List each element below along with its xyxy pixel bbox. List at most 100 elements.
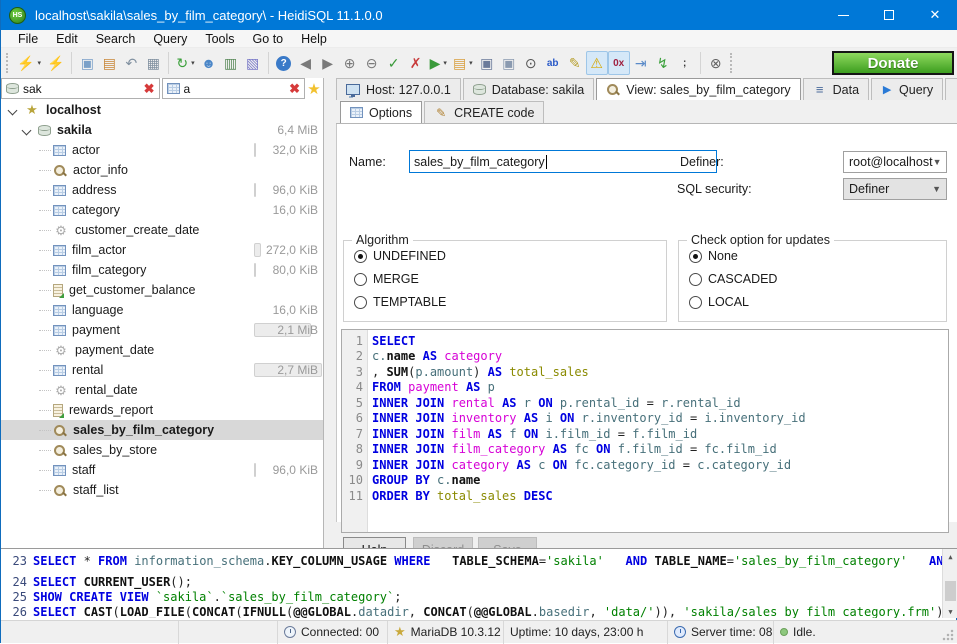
view-select-code-editor[interactable]: 1SELECT2c.name AS category3, SUM(p.amoun… <box>341 329 949 533</box>
donate-button[interactable]: Donate <box>832 51 954 75</box>
stop-process-icon[interactable]: ⊗ <box>705 51 727 75</box>
tree-item-staff[interactable]: staff96,0 KiB <box>1 460 323 480</box>
tab-view[interactable]: View: sales_by_film_category <box>596 78 800 100</box>
tree-item-rental[interactable]: rental2,7 MiB <box>1 360 323 380</box>
tree-item-localhost[interactable]: ★localhost <box>1 100 323 120</box>
tree-item-language[interactable]: language16,0 KiB <box>1 300 323 320</box>
new-query-tab-button[interactable]: + <box>945 78 957 100</box>
tree-item-get_customer_balance[interactable]: get_customer_balance <box>1 280 323 300</box>
tab-data[interactable]: ≡Data <box>803 78 869 100</box>
post-edit-icon[interactable]: ✓ <box>383 51 405 75</box>
check-option-radio-none[interactable]: None <box>689 248 946 264</box>
check-option-radio-local[interactable]: LOCAL <box>689 294 946 310</box>
export-database-icon[interactable]: ▥ <box>220 51 242 75</box>
semicolon-icon[interactable]: ; <box>674 51 696 75</box>
algorithm-radio-temptable[interactable]: TEMPTABLE <box>354 294 666 310</box>
indent-icon[interactable]: ⇥ <box>630 51 652 75</box>
tree-item-sales_by_store[interactable]: sales_by_store <box>1 440 323 460</box>
check-option-radio-cascaded[interactable]: CASCADED <box>689 271 946 287</box>
tree-connector <box>39 170 51 171</box>
reconnect-icon[interactable]: ↯ <box>652 51 674 75</box>
refresh-icon[interactable]: ↻▾ <box>173 51 197 75</box>
paste-icon[interactable]: ▤ <box>98 51 120 75</box>
tree-item-payment_date[interactable]: ⚙payment_date <box>1 340 323 360</box>
tree-item-sakila[interactable]: sakila6,4 MiB <box>1 120 323 140</box>
load-sql-file-icon[interactable]: ▤▾ <box>450 51 476 75</box>
code-token <box>517 489 524 503</box>
tab-host[interactable]: Host: 127.0.0.1 <box>336 78 461 100</box>
last-record-icon[interactable]: ▶ <box>317 51 339 75</box>
menu-item-go-to[interactable]: Go to <box>244 30 293 48</box>
minimize-button[interactable] <box>820 0 866 30</box>
first-record-icon[interactable]: ◀ <box>295 51 317 75</box>
user-manager-icon[interactable]: ☻ <box>198 51 220 75</box>
menu-item-query[interactable]: Query <box>144 30 196 48</box>
menu-item-file[interactable]: File <box>9 30 47 48</box>
menu-item-search[interactable]: Search <box>87 30 145 48</box>
database-icon <box>6 83 19 94</box>
subtab-options[interactable]: Options <box>340 101 422 123</box>
log-scrollbar[interactable]: ▲ ▼ <box>942 549 957 618</box>
scroll-down-icon[interactable]: ▼ <box>943 604 957 618</box>
database-filter-input[interactable]: sak ✖ <box>1 78 160 99</box>
tree-item-film_actor[interactable]: film_actor272,0 KiB <box>1 240 323 260</box>
tree-item-sales_by_film_category[interactable]: sales_by_film_category <box>1 420 323 440</box>
menu-item-edit[interactable]: Edit <box>47 30 87 48</box>
subtab-create-code[interactable]: ✎CREATE code <box>424 101 544 123</box>
session-manager-icon[interactable]: ⚡▾ <box>14 51 44 75</box>
favorites-star-icon[interactable]: ★ <box>305 78 323 99</box>
tree-item-staff_list[interactable]: staff_list <box>1 480 323 500</box>
tree-item-actor_info[interactable]: actor_info <box>1 160 323 180</box>
tree-connector <box>39 250 51 251</box>
run-query-icon[interactable]: ▶▾ <box>427 51 450 75</box>
expand-chevron-icon[interactable] <box>22 125 32 135</box>
cancel-edit-icon[interactable]: ✗ <box>405 51 427 75</box>
tree-item-category[interactable]: category16,0 KiB <box>1 200 323 220</box>
tree-item-label: localhost <box>46 103 101 117</box>
disconnect-icon[interactable]: ⚡ <box>44 51 67 75</box>
menu-item-help[interactable]: Help <box>292 30 336 48</box>
tree-item-address[interactable]: address96,0 KiB <box>1 180 323 200</box>
scrollbar-thumb[interactable] <box>945 581 956 601</box>
save-sql-as-icon[interactable]: ▣ <box>498 51 520 75</box>
tab-query[interactable]: ▶Query <box>871 78 943 100</box>
grid-export-icon[interactable]: ▧ <box>242 51 264 75</box>
help-icon[interactable]: ? <box>273 51 295 75</box>
sql-security-dropdown[interactable]: Definer▼ <box>843 178 947 200</box>
tree-item-actor[interactable]: actor32,0 KiB <box>1 140 323 160</box>
expand-chevron-icon[interactable] <box>8 105 18 115</box>
find-text-icon[interactable]: ⊙ <box>520 51 542 75</box>
clear-filter-icon[interactable]: ✖ <box>285 81 304 97</box>
resize-grip[interactable] <box>942 628 955 641</box>
algorithm-radio-merge[interactable]: MERGE <box>354 271 666 287</box>
panel-splitter[interactable] <box>324 78 336 548</box>
delete-record-icon[interactable]: ⊖ <box>361 51 383 75</box>
insert-record-icon[interactable]: ⊕ <box>339 51 361 75</box>
tree-item-rental_date[interactable]: ⚙rental_date <box>1 380 323 400</box>
print-icon[interactable]: ▦ <box>142 51 164 75</box>
algorithm-radio-undefined[interactable]: UNDEFINED <box>354 248 666 264</box>
table-filter-input[interactable]: a ✖ <box>162 78 306 99</box>
scroll-up-icon[interactable]: ▲ <box>943 549 957 564</box>
copy-icon[interactable]: ▣ <box>76 51 98 75</box>
text-caret <box>546 155 547 169</box>
tree-item-rewards_report[interactable]: rewards_report <box>1 400 323 420</box>
hex-toggle-icon[interactable]: 0x <box>608 51 630 75</box>
view-name-input[interactable]: sales_by_film_category <box>409 150 717 173</box>
definer-combobox[interactable]: root@localhost▼ <box>843 151 947 173</box>
tab-database[interactable]: Database: sakila <box>463 78 594 100</box>
replace-text-icon[interactable]: ab <box>542 51 564 75</box>
undo-icon[interactable]: ↶ <box>120 51 142 75</box>
clear-filter-icon[interactable]: ✖ <box>140 81 159 97</box>
maximize-button[interactable] <box>866 0 912 30</box>
menu-item-tools[interactable]: Tools <box>196 30 243 48</box>
tree-item-customer_create_date[interactable]: ⚙customer_create_date <box>1 220 323 240</box>
close-button[interactable]: ✕ <box>912 0 957 30</box>
code-token: category <box>444 349 502 363</box>
tree-item-film_category[interactable]: film_category80,0 KiB <box>1 260 323 280</box>
reformat-sql-icon[interactable]: ✎ <box>564 51 586 75</box>
warning-toggle-icon[interactable]: ⚠ <box>586 51 608 75</box>
save-sql-icon[interactable]: ▣ <box>476 51 498 75</box>
tree-item-payment[interactable]: payment2,1 MiB <box>1 320 323 340</box>
radio-label: UNDEFINED <box>373 249 446 263</box>
